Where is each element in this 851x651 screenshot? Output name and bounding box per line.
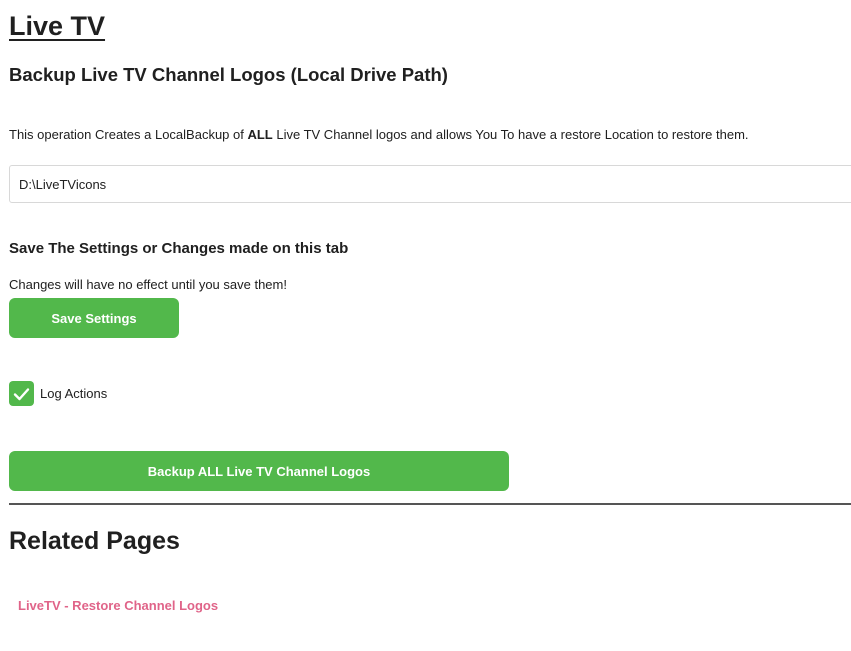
section-divider: [9, 503, 851, 505]
description-text-start: This operation Creates a LocalBackup of: [9, 127, 248, 142]
save-settings-button[interactable]: Save Settings: [9, 298, 179, 338]
restore-channel-logos-link[interactable]: LiveTV - Restore Channel Logos: [18, 597, 218, 615]
live-tv-settings-page: Live TV Backup Live TV Channel Logos (Lo…: [0, 0, 851, 651]
backup-description: This operation Creates a LocalBackup of …: [9, 126, 749, 144]
backup-path-input[interactable]: [9, 165, 851, 203]
log-actions-checkbox[interactable]: [9, 381, 34, 406]
save-settings-note: Changes will have no effect until you sa…: [9, 277, 287, 292]
backup-section-title: Backup Live TV Channel Logos (Local Driv…: [9, 64, 448, 85]
page-title: Live TV: [9, 11, 106, 41]
log-actions-label: Log Actions: [40, 386, 108, 401]
save-settings-title: Save The Settings or Changes made on thi…: [9, 240, 349, 257]
related-pages-title: Related Pages: [9, 527, 180, 555]
checkmark-icon: [13, 387, 30, 400]
backup-logos-button[interactable]: Backup ALL Live TV Channel Logos: [9, 451, 509, 491]
description-text-end: Live TV Channel logos and allows You To …: [272, 127, 749, 142]
description-emphasis: ALL: [247, 127, 273, 142]
